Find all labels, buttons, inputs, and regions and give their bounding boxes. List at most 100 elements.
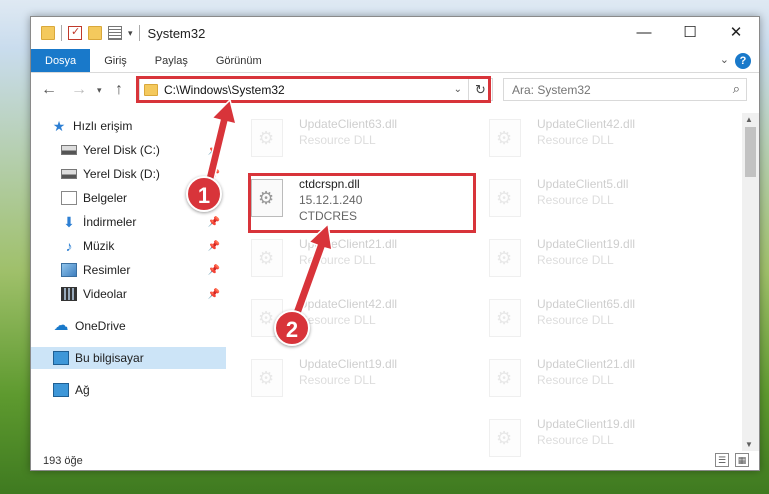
file-description: Resource DLL xyxy=(299,133,376,147)
customize-toolbar-chevron-icon[interactable]: ▾ xyxy=(128,28,133,39)
properties-check-icon[interactable] xyxy=(68,25,82,40)
status-bar: 193 öğe ☰ ▦ xyxy=(31,451,759,470)
new-folder-icon[interactable] xyxy=(88,26,102,40)
file-name: UpdateClient63.dll xyxy=(299,117,398,131)
pin-icon[interactable]: 📌 xyxy=(208,145,220,156)
star-icon: ★ xyxy=(52,118,66,134)
file-tile[interactable]: UpdateClient65.dll Resource DLL xyxy=(479,293,699,343)
file-description: Resource DLL xyxy=(537,193,614,207)
dll-file-icon xyxy=(251,239,283,277)
file-name: UpdateClient19.dll xyxy=(299,357,398,371)
sidebar-item-onedrive[interactable]: ☁ OneDrive xyxy=(31,315,226,337)
disk-icon xyxy=(61,145,77,155)
file-tile[interactable]: UpdateClient21.dll Resource DLL xyxy=(241,233,461,283)
file-name: UpdateClient19.dll xyxy=(537,417,636,431)
file-tile[interactable]: UpdateClient21.dll Resource DLL xyxy=(479,353,699,403)
file-tile[interactable]: UpdateClient19.dll Resource DLL xyxy=(479,233,699,283)
navigation-pane: ★ Hızlı erişim Yerel Disk (C:) 📌 Yerel D… xyxy=(31,113,226,451)
file-list: UpdateClient63.dll Resource DLL ctdcrspn… xyxy=(241,113,741,457)
sidebar-item-label: Bu bilgisayar xyxy=(75,351,144,365)
sidebar-item-disk-c[interactable]: Yerel Disk (C:) 📌 xyxy=(31,139,226,161)
help-button[interactable]: ? xyxy=(735,53,751,69)
scroll-down-arrow-icon[interactable]: ▼ xyxy=(745,440,753,449)
address-highlight-box xyxy=(136,76,491,103)
tab-share[interactable]: Paylaş xyxy=(141,49,202,72)
dll-file-icon xyxy=(489,179,521,217)
up-arrow-icon[interactable]: ↑ xyxy=(115,81,123,99)
file-description: Resource DLL xyxy=(299,373,376,387)
sidebar-item-this-pc[interactable]: Bu bilgisayar xyxy=(31,347,226,369)
file-name: UpdateClient5.dll xyxy=(537,177,629,191)
minimize-button[interactable]: — xyxy=(621,17,667,47)
expand-ribbon-chevron-icon[interactable]: ⌄ xyxy=(720,53,729,66)
pin-icon[interactable]: 📌 xyxy=(208,265,220,276)
file-highlight-box xyxy=(248,173,476,233)
step-badge-2: 2 xyxy=(274,310,310,346)
download-icon: ⬇ xyxy=(63,214,75,230)
sidebar-item-music[interactable]: ♪ Müzik 📌 xyxy=(31,235,226,257)
sidebar-item-videos[interactable]: Videolar 📌 xyxy=(31,283,226,305)
forward-arrow-icon[interactable]: → xyxy=(71,81,87,99)
file-name: UpdateClient21.dll xyxy=(299,237,398,251)
sidebar-item-label: Ağ xyxy=(75,383,90,397)
sidebar-item-network[interactable]: Ağ xyxy=(31,379,226,401)
dll-file-icon xyxy=(251,119,283,157)
folder-icon xyxy=(41,26,55,40)
file-tile[interactable]: UpdateClient5.dll Resource DLL xyxy=(479,173,699,223)
tab-view[interactable]: Görünüm xyxy=(202,49,276,72)
quick-access-toolbar: ▾ xyxy=(31,25,140,41)
vertical-scrollbar[interactable]: ▲ ▼ xyxy=(742,113,759,451)
file-name: UpdateClient42.dll xyxy=(299,297,398,311)
pc-icon xyxy=(53,351,69,365)
dll-file-icon xyxy=(489,359,521,397)
search-box[interactable]: ⌕ xyxy=(503,78,747,101)
file-tile[interactable]: UpdateClient42.dll Resource DLL xyxy=(241,293,461,343)
sidebar-item-downloads[interactable]: ⬇ İndirmeler 📌 xyxy=(31,211,226,233)
pin-icon[interactable]: 📌 xyxy=(208,241,220,252)
sidebar-item-pictures[interactable]: Resimler 📌 xyxy=(31,259,226,281)
sidebar-item-label: Yerel Disk (C:) xyxy=(83,143,160,157)
item-count: 193 öğe xyxy=(43,455,83,467)
scrollbar-thumb[interactable] xyxy=(745,127,756,177)
window-controls: — ☐ ✕ xyxy=(621,17,759,47)
file-name: UpdateClient21.dll xyxy=(537,357,636,371)
file-description: Resource DLL xyxy=(537,433,614,447)
pin-icon[interactable]: 📌 xyxy=(208,217,220,228)
sidebar-item-label: Hızlı erişim xyxy=(73,119,133,133)
details-view-icon[interactable]: ☰ xyxy=(715,453,729,467)
search-icon: ⌕ xyxy=(732,81,740,96)
dll-file-icon xyxy=(489,119,521,157)
separator xyxy=(61,25,62,41)
tab-file[interactable]: Dosya xyxy=(31,49,91,72)
file-description: Resource DLL xyxy=(537,133,614,147)
file-tile[interactable]: UpdateClient19.dll Resource DLL xyxy=(241,353,461,403)
close-button[interactable]: ✕ xyxy=(713,17,759,47)
search-input[interactable] xyxy=(504,79,704,100)
large-icons-view-icon[interactable]: ▦ xyxy=(735,453,749,467)
back-arrow-icon[interactable]: ← xyxy=(41,81,57,99)
sidebar-item-label: Videolar xyxy=(83,287,127,301)
file-name: UpdateClient65.dll xyxy=(537,297,636,311)
separator xyxy=(138,25,140,41)
dll-file-icon xyxy=(489,239,521,277)
properties-icon[interactable] xyxy=(108,26,122,40)
sidebar-item-label: Yerel Disk (D:) xyxy=(83,167,160,181)
recent-locations-chevron-icon[interactable]: ▾ xyxy=(97,85,102,96)
sidebar-item-label: Belgeler xyxy=(83,191,128,205)
dll-file-icon xyxy=(489,299,521,337)
network-icon xyxy=(53,383,69,397)
sidebar-item-quick-access[interactable]: ★ Hızlı erişim xyxy=(31,115,226,137)
sidebar-item-label: Resimler xyxy=(83,263,131,277)
tab-home[interactable]: Giriş xyxy=(90,49,141,72)
ribbon-tabs: Dosya Giriş Paylaş Görünüm ⌄ ? xyxy=(31,49,759,73)
cloud-icon: ☁ xyxy=(53,317,69,334)
pin-icon[interactable]: 📌 xyxy=(208,289,220,300)
file-tile[interactable]: UpdateClient63.dll Resource DLL xyxy=(241,113,461,163)
file-name: UpdateClient19.dll xyxy=(537,237,636,251)
maximize-button[interactable]: ☐ xyxy=(667,17,713,47)
music-icon: ♪ xyxy=(65,238,73,254)
scroll-up-arrow-icon[interactable]: ▲ xyxy=(745,115,753,124)
sidebar-item-label: OneDrive xyxy=(75,319,126,333)
file-tile[interactable]: UpdateClient42.dll Resource DLL xyxy=(479,113,699,163)
file-description: Resource DLL xyxy=(537,373,614,387)
